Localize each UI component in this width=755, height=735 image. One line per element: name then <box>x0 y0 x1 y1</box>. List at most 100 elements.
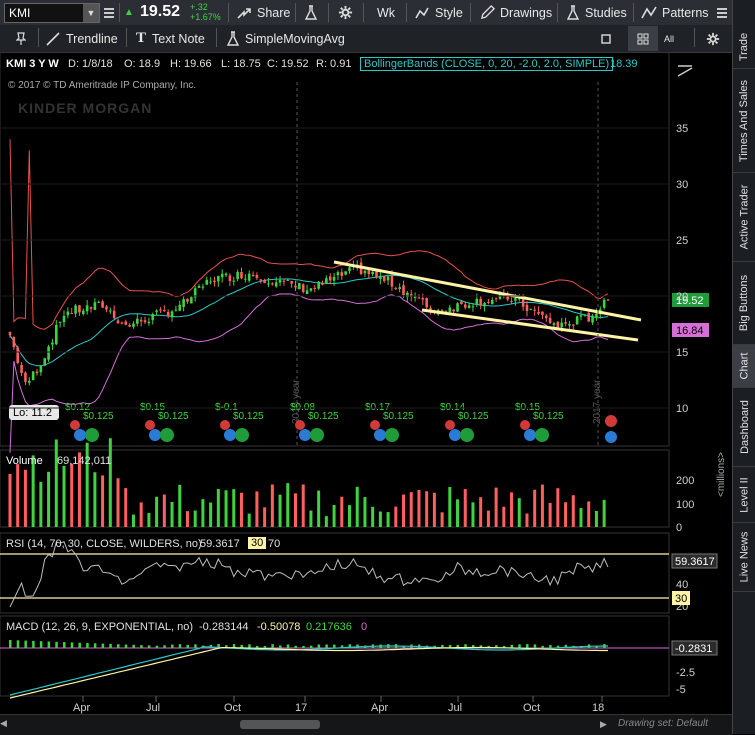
candle-body <box>606 299 610 301</box>
pan-icon[interactable] <box>677 58 693 83</box>
price-tick: 15 <box>676 347 688 359</box>
pin-icon[interactable] <box>16 26 26 51</box>
candle-body <box>82 310 85 314</box>
volume-bar <box>224 490 228 527</box>
tab-live-news[interactable]: Live News <box>733 523 755 592</box>
candle-body <box>274 282 278 287</box>
macd-histogram-bar <box>24 640 27 648</box>
earnings-icon <box>370 420 380 430</box>
candle-body <box>89 307 93 309</box>
dividend-icon <box>74 429 86 441</box>
volume-bar <box>101 475 105 527</box>
divider <box>328 3 329 22</box>
macd-histogram-bar <box>109 643 112 648</box>
horizontal-scrollbar[interactable]: ◀ ▶ Drawing set: Default <box>0 714 732 735</box>
macd-histogram-bar <box>147 645 151 648</box>
bollinger-upper-line <box>9 139 609 330</box>
grid-layout-icon[interactable] <box>628 26 658 51</box>
macd-histogram-bar <box>309 645 313 648</box>
macd-histogram-bar <box>63 642 66 648</box>
candle-body <box>240 271 243 279</box>
candle-body <box>552 323 556 325</box>
candle-body <box>282 280 286 282</box>
tab-big-buttons[interactable]: Big Buttons <box>733 262 755 345</box>
candle-body <box>487 301 490 303</box>
earnings-icon <box>220 420 230 430</box>
sma-button[interactable]: SimpleMovingAvg <box>226 26 345 51</box>
volume-bar <box>8 473 12 527</box>
rsi-label: RSI (14, 70, 30, CLOSE, WILDERS, no) <box>6 538 202 550</box>
all-button[interactable]: All <box>664 26 674 51</box>
macd-label: MACD (12, 26, 9, EXPONENTIAL, no) <box>6 621 194 633</box>
tab-active-trader[interactable]: Active Trader <box>733 173 755 262</box>
side-panel: Trade Times And Sales Active Trader Big … <box>732 0 755 734</box>
trendline-button[interactable]: Trendline <box>46 26 118 51</box>
candle-body <box>595 313 598 318</box>
volume-unit: <millions> <box>716 452 727 497</box>
tab-level-ii[interactable]: Level II <box>733 467 755 523</box>
share-button[interactable]: Share <box>236 0 290 25</box>
timeframe-button[interactable]: Wk <box>377 0 395 25</box>
candle-body <box>170 311 174 318</box>
scroll-thumb[interactable] <box>240 720 320 729</box>
gear-icon[interactable] <box>338 0 353 25</box>
volume-bar <box>62 465 66 527</box>
macd-diff: 0.217636 <box>306 621 352 633</box>
bollinger-lower-line <box>9 293 609 453</box>
dividend-icon <box>449 429 461 441</box>
candle-body <box>58 321 62 323</box>
candle-body <box>471 306 475 308</box>
candle-body <box>39 365 43 373</box>
menu-icon[interactable] <box>716 0 728 25</box>
square-icon[interactable] <box>601 26 611 51</box>
candle-body <box>263 280 266 284</box>
scroll-left-icon[interactable]: ◀ <box>0 718 10 730</box>
candle-body <box>124 321 128 325</box>
divider <box>694 28 695 47</box>
volume-bar <box>139 502 143 527</box>
macd-histogram-bar <box>186 644 189 648</box>
candle-body <box>155 310 158 313</box>
tab-chart[interactable]: Chart <box>733 345 755 388</box>
settings-gear-icon[interactable] <box>706 26 720 51</box>
tab-trade[interactable]: Trade <box>733 26 755 69</box>
tab-times-and-sales[interactable]: Times And Sales <box>733 69 755 173</box>
earnings-icon <box>145 420 155 430</box>
macd-histogram-bar <box>325 644 328 648</box>
volume-bar <box>155 496 159 527</box>
candle-body <box>556 321 560 328</box>
candle-body <box>379 275 382 279</box>
symbol-dropdown-icon[interactable]: ▼ <box>83 4 99 22</box>
candle-body <box>425 298 428 308</box>
candle-body <box>120 322 124 324</box>
volume-bar <box>409 492 413 527</box>
candle-body <box>521 299 525 307</box>
macd-zero: 0 <box>361 621 368 633</box>
drawings-button[interactable]: Drawings <box>480 0 552 25</box>
divider <box>126 28 127 47</box>
volume-bar <box>39 481 43 527</box>
flask-icon[interactable] <box>304 0 318 25</box>
ticker-up-icon: ▲ <box>124 7 134 18</box>
candle-body <box>591 315 594 323</box>
chart-area[interactable]: 2016 year 2017 year$0.12$0.125$0.15$0.125… <box>0 52 732 714</box>
macd-tick: -2.5 <box>676 667 695 679</box>
bollinger-label[interactable]: BollingerBands (CLOSE, 0, 20, -2.0, 2.0,… <box>360 57 614 71</box>
style-button[interactable]: Style <box>414 0 463 25</box>
candle-body <box>490 299 494 305</box>
text-note-button[interactable]: T Text Note <box>136 26 205 51</box>
scroll-right-icon[interactable]: ▶ <box>600 719 610 731</box>
tab-dashboard[interactable]: Dashboard <box>733 388 755 467</box>
patterns-button[interactable]: Patterns <box>641 0 709 25</box>
main-toolbar: KMI ▼ ▲ 19.52 +.32 +1.67% Share Wk Style… <box>0 0 732 26</box>
symbol-menu-icon[interactable] <box>103 0 115 25</box>
rsi-tick: 40 <box>676 579 688 591</box>
macd-histogram-bar <box>549 645 552 648</box>
candle-body <box>143 320 147 323</box>
divider <box>557 3 558 22</box>
symbol-input[interactable]: KMI ▼ <box>4 3 100 23</box>
dividend-amount: $0.125 <box>458 411 489 422</box>
studies-button[interactable]: Studies <box>566 0 627 25</box>
volume-bar <box>394 506 398 527</box>
dividend-icon <box>149 429 161 441</box>
